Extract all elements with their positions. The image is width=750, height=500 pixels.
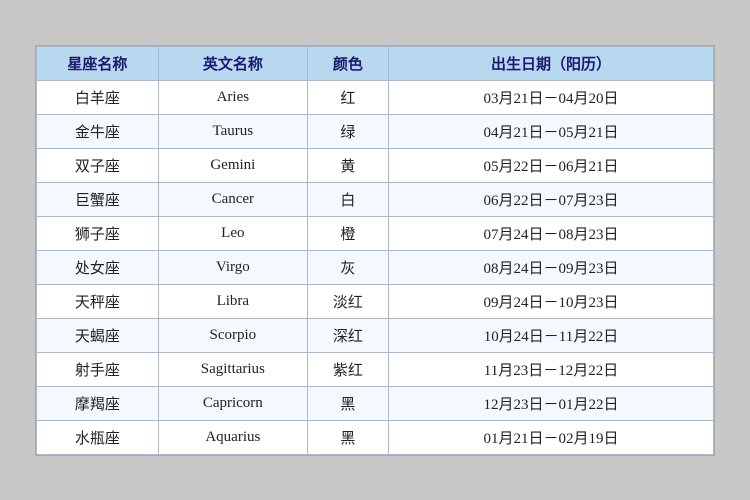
cell-color: 白: [307, 182, 388, 216]
cell-zh: 双子座: [37, 148, 159, 182]
cell-en: Aries: [158, 80, 307, 114]
cell-color: 黑: [307, 386, 388, 420]
table-row: 天秤座Libra淡红09月24日－10月23日: [37, 284, 714, 318]
cell-color: 红: [307, 80, 388, 114]
cell-date: 09月24日－10月23日: [389, 284, 714, 318]
cell-color: 黑: [307, 420, 388, 454]
table-row: 狮子座Leo橙07月24日－08月23日: [37, 216, 714, 250]
cell-color: 深红: [307, 318, 388, 352]
cell-date: 04月21日－05月21日: [389, 114, 714, 148]
cell-date: 08月24日－09月23日: [389, 250, 714, 284]
table-row: 天蝎座Scorpio深红10月24日－11月22日: [37, 318, 714, 352]
cell-en: Taurus: [158, 114, 307, 148]
table-row: 摩羯座Capricorn黑12月23日－01月22日: [37, 386, 714, 420]
cell-date: 05月22日－06月21日: [389, 148, 714, 182]
cell-en: Scorpio: [158, 318, 307, 352]
cell-en: Gemini: [158, 148, 307, 182]
cell-en: Cancer: [158, 182, 307, 216]
table-row: 水瓶座Aquarius黑01月21日－02月19日: [37, 420, 714, 454]
cell-en: Capricorn: [158, 386, 307, 420]
table-row: 金牛座Taurus绿04月21日－05月21日: [37, 114, 714, 148]
cell-zh: 狮子座: [37, 216, 159, 250]
cell-zh: 天蝎座: [37, 318, 159, 352]
cell-zh: 射手座: [37, 352, 159, 386]
cell-zh: 金牛座: [37, 114, 159, 148]
zodiac-table: 星座名称 英文名称 颜色 出生日期（阳历） 白羊座Aries红03月21日－04…: [36, 46, 714, 455]
table-row: 双子座Gemini黄05月22日－06月21日: [37, 148, 714, 182]
cell-color: 灰: [307, 250, 388, 284]
zodiac-table-container: 星座名称 英文名称 颜色 出生日期（阳历） 白羊座Aries红03月21日－04…: [35, 45, 715, 456]
cell-zh: 摩羯座: [37, 386, 159, 420]
table-header-row: 星座名称 英文名称 颜色 出生日期（阳历）: [37, 46, 714, 80]
table-row: 处女座Virgo灰08月24日－09月23日: [37, 250, 714, 284]
cell-color: 黄: [307, 148, 388, 182]
header-zh: 星座名称: [37, 46, 159, 80]
cell-zh: 巨蟹座: [37, 182, 159, 216]
cell-en: Leo: [158, 216, 307, 250]
cell-color: 绿: [307, 114, 388, 148]
cell-date: 12月23日－01月22日: [389, 386, 714, 420]
cell-zh: 水瓶座: [37, 420, 159, 454]
cell-date: 01月21日－02月19日: [389, 420, 714, 454]
cell-en: Sagittarius: [158, 352, 307, 386]
header-date: 出生日期（阳历）: [389, 46, 714, 80]
cell-zh: 天秤座: [37, 284, 159, 318]
cell-zh: 白羊座: [37, 80, 159, 114]
cell-date: 06月22日－07月23日: [389, 182, 714, 216]
header-color: 颜色: [307, 46, 388, 80]
cell-date: 11月23日－12月22日: [389, 352, 714, 386]
table-row: 射手座Sagittarius紫红11月23日－12月22日: [37, 352, 714, 386]
cell-date: 07月24日－08月23日: [389, 216, 714, 250]
cell-color: 淡红: [307, 284, 388, 318]
cell-date: 10月24日－11月22日: [389, 318, 714, 352]
cell-en: Virgo: [158, 250, 307, 284]
cell-en: Aquarius: [158, 420, 307, 454]
cell-color: 紫红: [307, 352, 388, 386]
table-row: 白羊座Aries红03月21日－04月20日: [37, 80, 714, 114]
cell-color: 橙: [307, 216, 388, 250]
cell-en: Libra: [158, 284, 307, 318]
cell-zh: 处女座: [37, 250, 159, 284]
table-row: 巨蟹座Cancer白06月22日－07月23日: [37, 182, 714, 216]
header-en: 英文名称: [158, 46, 307, 80]
cell-date: 03月21日－04月20日: [389, 80, 714, 114]
